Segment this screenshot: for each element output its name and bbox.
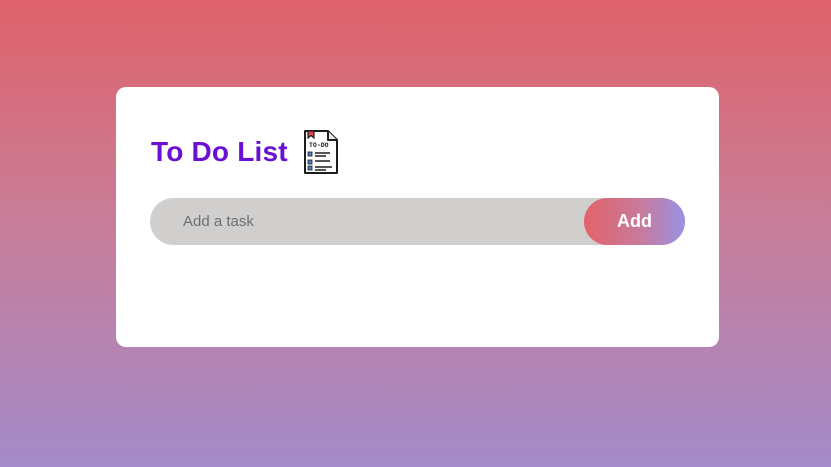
todo-card: To Do List TO-DO Add (116, 87, 719, 347)
task-input[interactable] (150, 198, 584, 245)
svg-text:TO-DO: TO-DO (309, 141, 329, 149)
todo-document-icon: TO-DO (302, 129, 340, 175)
header: To Do List TO-DO (151, 129, 340, 175)
page-title: To Do List (151, 136, 288, 167)
task-input-row: Add (150, 198, 685, 245)
add-button[interactable]: Add (584, 198, 685, 245)
